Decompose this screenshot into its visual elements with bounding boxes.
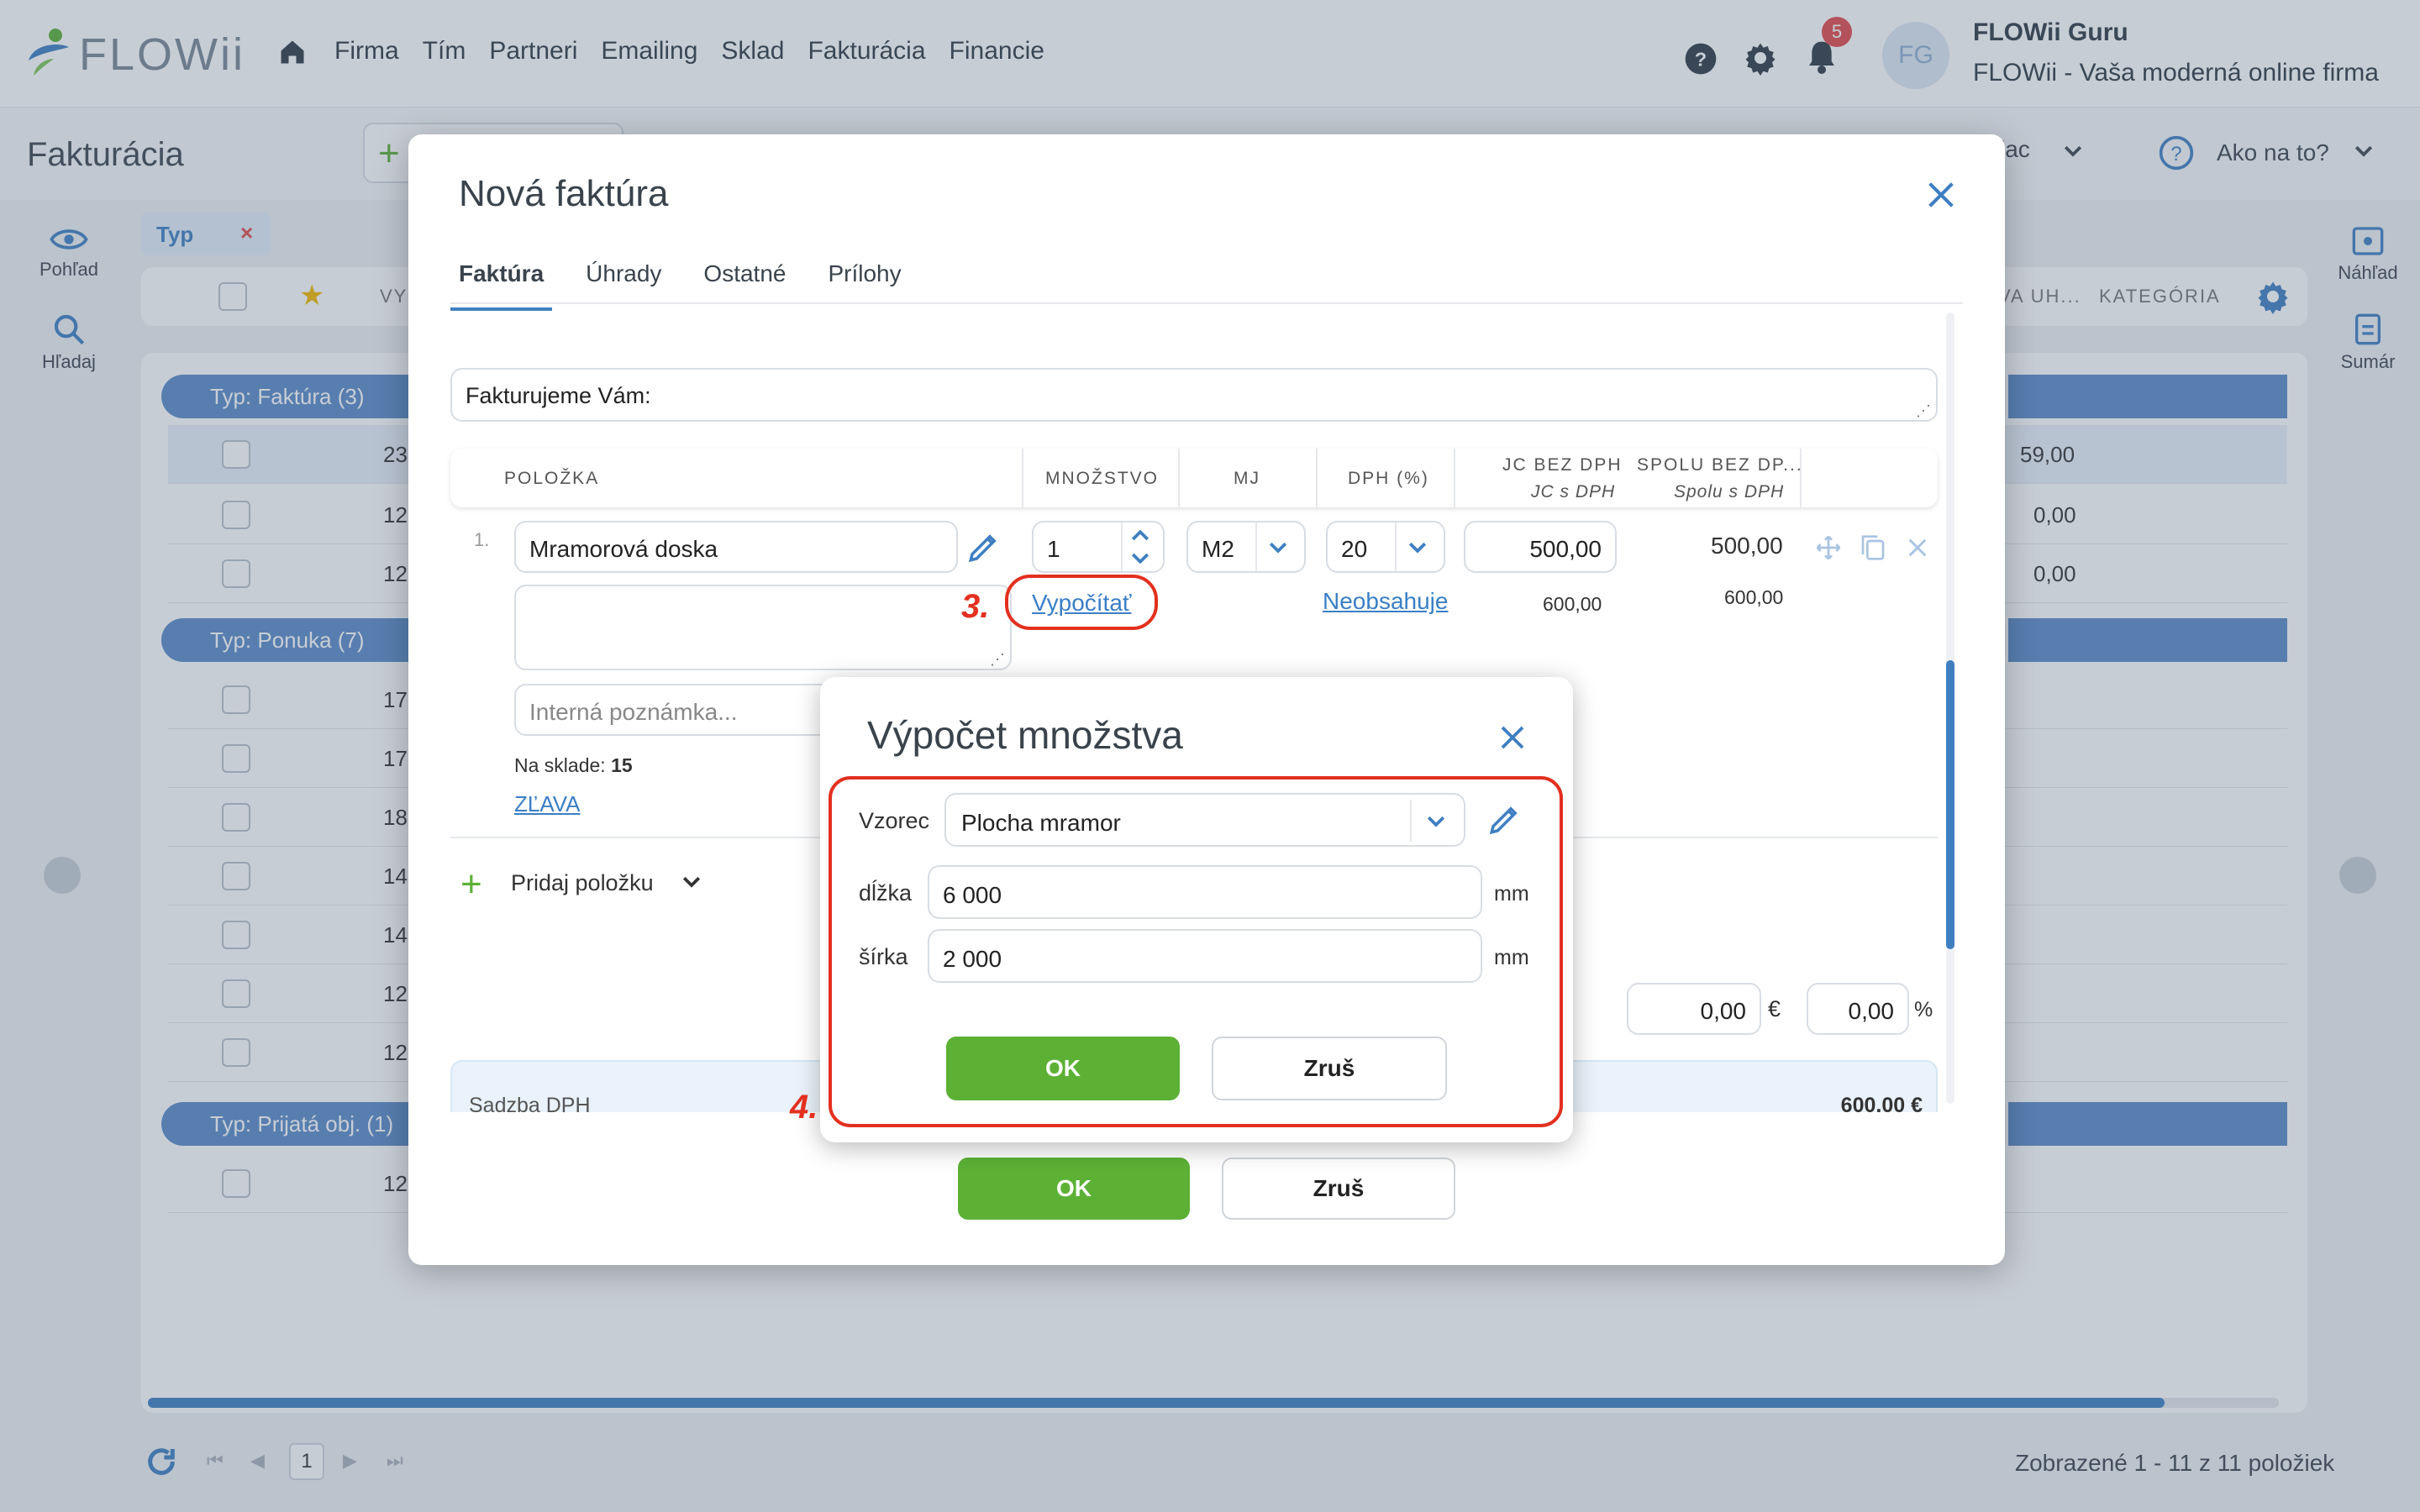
internal-note-placeholder: Interná poznámka... (529, 699, 738, 725)
chevron-down-icon[interactable] (1405, 534, 1430, 559)
copy-icon[interactable] (1860, 534, 1886, 561)
chevron-down-icon[interactable] (1265, 534, 1291, 559)
annotation-step-3: 3. (961, 588, 990, 625)
discount-percent-value: 0,00 (1848, 998, 1895, 1024)
col-total-vat: Spolu s DPH (1674, 482, 1785, 501)
items-header: POLOŽKA MNOŽSTVO MJ DPH (%) JC BEZ DPH J… (450, 449, 1938, 507)
add-item-button[interactable]: Pridaj položku (511, 870, 654, 896)
stock-value: 15 (611, 754, 633, 776)
unit-price-vat: 600,00 (1543, 593, 1602, 615)
stock-info: Na sklade: 15 (514, 754, 633, 777)
close-icon[interactable] (1497, 722, 1528, 753)
col-divider (1178, 449, 1180, 507)
col-unit-price: JC BEZ DPH (1502, 455, 1623, 475)
unit-select[interactable]: M2 (1186, 521, 1306, 573)
col-divider (1022, 449, 1023, 507)
discount-link[interactable]: ZĽAVA (514, 791, 581, 817)
modal-scrollbar-thumb[interactable] (1946, 660, 1954, 949)
internal-note-input[interactable]: Interná poznámka... (514, 684, 867, 736)
select-divider (1395, 522, 1397, 571)
col-unit: MJ (1234, 469, 1260, 488)
col-vat: DPH (%) (1348, 469, 1429, 488)
tabs-divider (450, 302, 1963, 304)
delete-icon[interactable] (1906, 536, 1929, 559)
vat-value: 20 (1341, 536, 1368, 562)
total-discount-input[interactable]: 0,00 (1627, 983, 1761, 1035)
percent-label: % (1914, 998, 1933, 1021)
chevron-down-icon[interactable] (679, 869, 704, 894)
stock-label: Na sklade: (514, 754, 606, 776)
total-discount-value: 0,00 (1700, 998, 1747, 1024)
plus-icon[interactable]: + (460, 864, 482, 906)
modal-scrollbar[interactable] (1946, 312, 1954, 1104)
col-unit-price-vat: JC s DPH (1531, 482, 1616, 501)
item-name-input[interactable]: Mramorová doska (514, 521, 958, 573)
popup-title: Výpočet množstva (867, 713, 1183, 757)
line-total-vat: 600,00 (1724, 586, 1784, 608)
move-icon[interactable] (1815, 534, 1842, 561)
vat-select[interactable]: 20 (1326, 521, 1445, 573)
stepper-divider (1121, 522, 1123, 571)
intro-text-field[interactable]: Fakturujeme Vám: ⋰ (450, 368, 1938, 422)
chevron-up-icon[interactable] (1128, 524, 1153, 546)
annotation-highlight-4 (829, 776, 1563, 1127)
line-total: 500,00 (1711, 533, 1783, 559)
modal-title: Nová faktúra (459, 173, 669, 214)
unit-price-input[interactable]: 500,00 (1464, 521, 1617, 573)
quantity-value: 1 (1047, 536, 1060, 562)
col-divider (1800, 449, 1802, 507)
resize-handle-icon[interactable]: ⋰ (990, 651, 1005, 669)
quantity-stepper[interactable]: 1 (1032, 521, 1165, 573)
intro-text: Fakturujeme Vám: (466, 383, 651, 408)
col-divider (1454, 449, 1455, 507)
annotation-highlight-3 (1005, 575, 1158, 630)
vat-link[interactable]: Neobsahuje (1323, 588, 1448, 615)
discount-percent-input[interactable]: 0,00 (1807, 983, 1909, 1035)
currency-label: € (1768, 996, 1781, 1021)
select-divider (1255, 522, 1257, 571)
pencil-icon[interactable] (966, 529, 1002, 564)
invoice-cancel-button[interactable]: Zruš (1222, 1158, 1455, 1220)
col-total: SPOLU BEZ DP... (1637, 455, 1803, 475)
chevron-down-icon[interactable] (1128, 548, 1153, 570)
item-description-textarea[interactable]: ⋰ (514, 585, 1012, 670)
resize-handle-icon[interactable]: ⋰ (1916, 402, 1931, 420)
col-divider (1316, 449, 1318, 507)
invoice-ok-button[interactable]: OK (958, 1158, 1190, 1220)
unit-value: M2 (1202, 536, 1234, 562)
col-qty: MNOŽSTVO (1045, 469, 1159, 488)
col-item: POLOŽKA (504, 469, 600, 488)
close-icon[interactable] (1924, 178, 1958, 212)
item-name-value: Mramorová doska (529, 536, 718, 562)
line-index: 1. (474, 529, 490, 550)
unit-price-value: 500,00 (1529, 536, 1602, 562)
annotation-step-4: 4. (790, 1089, 818, 1126)
